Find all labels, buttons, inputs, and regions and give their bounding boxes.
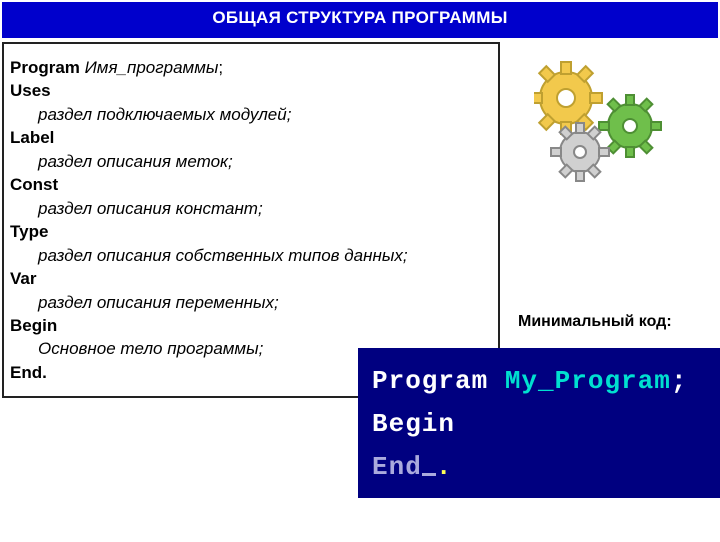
kw-uses: Uses — [10, 79, 490, 102]
label-body: раздел описания меток; — [10, 150, 490, 173]
term-semi: ; — [671, 366, 688, 396]
content-area: Program Имя_программы; Uses раздел подкл… — [0, 38, 720, 398]
var-body: раздел описания переменных; — [10, 291, 490, 314]
term-dot: . — [436, 452, 453, 482]
term-program-name: My_Program — [505, 366, 671, 396]
kw-program: Program — [10, 58, 80, 77]
line-program: Program Имя_программы; — [10, 56, 490, 79]
terminal-snippet: Program My_Program; Begin End. — [358, 348, 720, 498]
program-name: Имя_программы — [80, 58, 218, 77]
term-kw-end: End — [372, 452, 422, 482]
term-kw-program: Program — [372, 366, 505, 396]
const-body: раздел описания констант; — [10, 197, 490, 220]
type-body: раздел описания собственных типов данных… — [10, 244, 490, 267]
semi: ; — [218, 58, 223, 77]
kw-const: Const — [10, 173, 490, 196]
term-line-end: End. — [372, 446, 706, 489]
right-column: Минимальный код: — [500, 38, 718, 398]
term-line-program: Program My_Program; — [372, 360, 706, 403]
kw-begin: Begin — [10, 314, 490, 337]
cursor-icon — [422, 473, 436, 476]
minimal-code-label: Минимальный код: — [518, 313, 672, 331]
kw-label: Label — [10, 126, 490, 149]
uses-body: раздел подключаемых модулей; — [10, 103, 490, 126]
program-structure-box: Program Имя_программы; Uses раздел подкл… — [2, 42, 500, 398]
term-kw-begin: Begin — [372, 403, 706, 446]
kw-var: Var — [10, 267, 490, 290]
kw-type: Type — [10, 220, 490, 243]
gears-icon — [534, 56, 674, 191]
page-title: ОБЩАЯ СТРУКТУРА ПРОГРАММЫ — [2, 2, 718, 38]
